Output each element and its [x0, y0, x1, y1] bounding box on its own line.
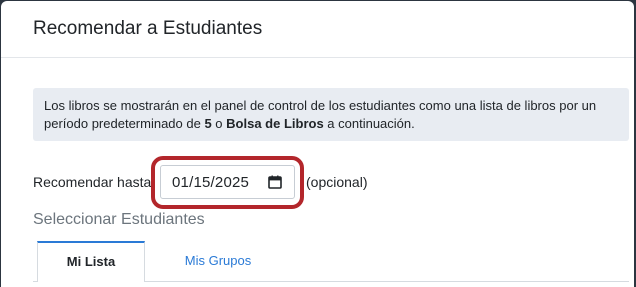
info-default-days: 5 [204, 116, 212, 131]
dialog-title: Recomendar a Estudiantes [33, 18, 263, 39]
info-bag-label: Bolsa de Libros [226, 116, 324, 131]
student-tabs: Mi Lista Mis Grupos [33, 241, 629, 282]
recommend-until-date-input[interactable]: 01/15/2025 [160, 165, 295, 199]
calendar-icon[interactable] [268, 175, 282, 189]
select-students-heading: Seleccionar Estudiantes [33, 211, 205, 228]
date-value[interactable]: 01/15/2025 [172, 174, 249, 191]
dialog-header: Recomendar a Estudiantes [1, 1, 634, 58]
optional-label: (opcional) [306, 174, 368, 190]
info-text-after: a continuación. [323, 116, 415, 131]
recommend-until-label: Recomendar hasta [33, 174, 152, 190]
info-message: Los libros se mostrarán en el panel de c… [33, 88, 629, 141]
recommend-dialog: Recomendar a Estudiantes Los libros se m… [1, 1, 634, 287]
tab-mi-lista[interactable]: Mi Lista [37, 241, 145, 282]
tab-mis-grupos[interactable]: Mis Grupos [163, 241, 273, 281]
info-text-middle: o [211, 116, 227, 131]
